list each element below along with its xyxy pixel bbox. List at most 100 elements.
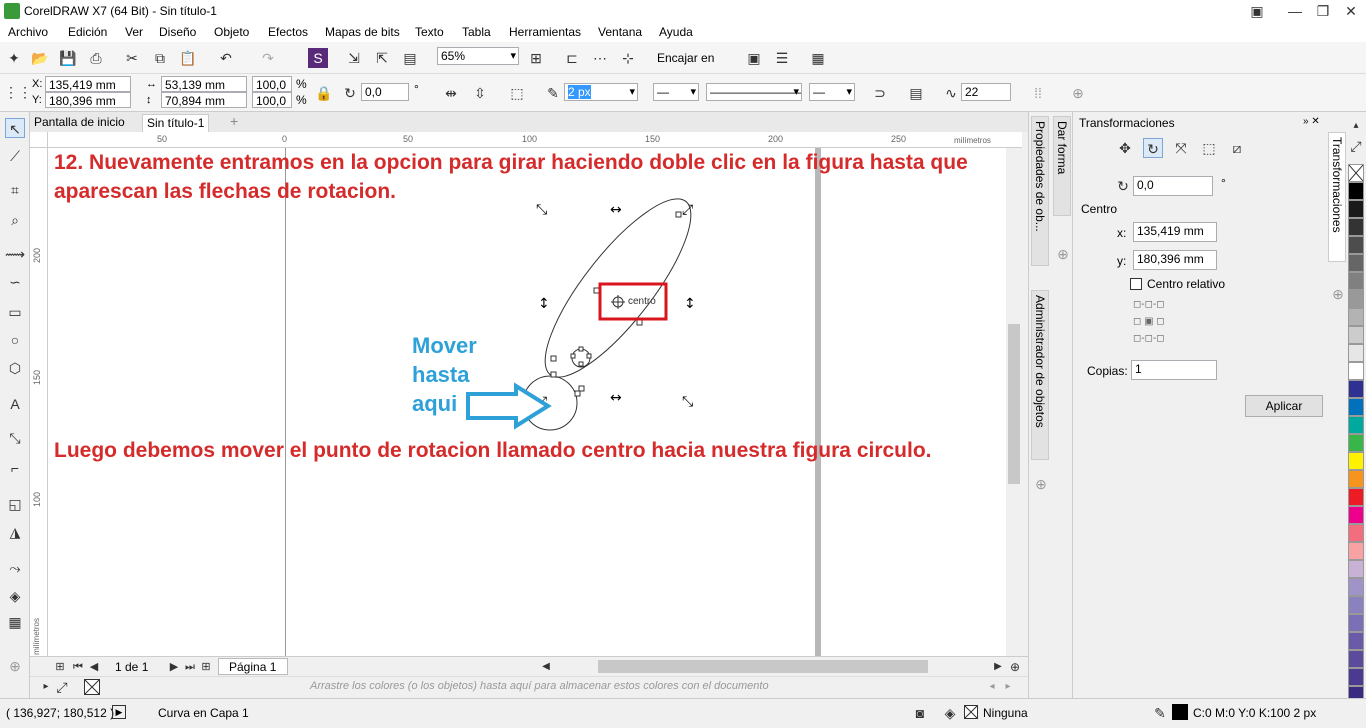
shape-tool-icon[interactable]: ⟋: [5, 146, 25, 166]
tab-home[interactable]: Pantalla de inicio: [30, 114, 129, 132]
scale-y-field[interactable]: 100,0: [252, 92, 292, 108]
relative-center-checkbox[interactable]: [1130, 278, 1142, 290]
palette-swatch[interactable]: [1348, 542, 1364, 560]
palette-swatch[interactable]: [1348, 470, 1364, 488]
export-icon[interactable]: ⇱: [372, 48, 392, 68]
close-button[interactable]: ✕: [1334, 0, 1366, 22]
palette-swatch[interactable]: [1348, 272, 1364, 290]
paste-icon[interactable]: 📋: [178, 48, 198, 68]
crop-tool-icon[interactable]: ⌗: [5, 180, 25, 200]
drawing-canvas[interactable]: ⤡↔⤢ ↕↕ ⤢↔⤡ centro 12. Nuevamente entramo…: [48, 148, 1006, 658]
fill-bucket-icon[interactable]: ◈: [940, 703, 960, 723]
redo-icon[interactable]: ↷: [258, 48, 278, 68]
add-icon[interactable]: ⊕: [1068, 83, 1088, 103]
eyedropper-icon[interactable]: ⤢: [52, 677, 72, 697]
import-icon[interactable]: ⇲: [344, 48, 364, 68]
zoom-tool-icon[interactable]: ⌕: [5, 210, 25, 230]
menu-ver[interactable]: Ver: [125, 25, 143, 39]
docker-collapse-icon[interactable]: » ✕: [1303, 116, 1320, 127]
palette-swatch[interactable]: [1348, 668, 1364, 686]
no-color-swatch[interactable]: [84, 679, 100, 695]
palette-swatch[interactable]: [1348, 182, 1364, 200]
scroll-left-icon[interactable]: ◀: [536, 657, 556, 677]
outline-pen-status-icon[interactable]: ✎: [1150, 703, 1170, 723]
new-icon[interactable]: ✦: [4, 48, 24, 68]
status-menu-icon[interactable]: ▶: [112, 705, 126, 719]
nodes-icon[interactable]: ⁞⁞: [1028, 83, 1048, 103]
user-icon[interactable]: ▣: [1240, 0, 1274, 22]
height-field[interactable]: 70,894 mm: [161, 92, 247, 108]
copies-field[interactable]: 1: [1131, 360, 1217, 380]
palette-swatch[interactable]: [1348, 236, 1364, 254]
grid-icon[interactable]: ⋯: [590, 48, 610, 68]
palette-swatch[interactable]: [1348, 290, 1364, 308]
smoothing-field[interactable]: 22: [961, 83, 1011, 101]
center-y-field[interactable]: 180,396 mm: [1133, 250, 1217, 270]
angle-field[interactable]: 0,0: [1133, 176, 1213, 196]
apply-button[interactable]: Aplicar: [1245, 395, 1323, 417]
convert-curves-icon[interactable]: ⬚: [507, 83, 527, 103]
cut-icon[interactable]: ✂: [122, 48, 142, 68]
add-docker-icon-3[interactable]: ⊕: [1328, 284, 1348, 304]
tab-object-properties[interactable]: Propiedades de ob...: [1031, 116, 1049, 266]
skew-mode-icon[interactable]: ⧄: [1227, 138, 1247, 158]
palette-swatch[interactable]: [1348, 488, 1364, 506]
options-icon[interactable]: ☰: [772, 48, 792, 68]
menu-objeto[interactable]: Objeto: [214, 25, 249, 39]
freehand-tool-icon[interactable]: ⟿: [5, 244, 25, 264]
outline-width-select[interactable]: 2 px: [564, 83, 638, 101]
palette-swatch[interactable]: [1348, 524, 1364, 542]
ruler-origin[interactable]: [30, 132, 48, 148]
palette-swatch[interactable]: [1348, 344, 1364, 362]
palette-swatch[interactable]: [1348, 308, 1364, 326]
eyedropper-tool-icon[interactable]: ⤳: [5, 558, 25, 578]
pick-tool-icon[interactable]: ↖: [5, 118, 25, 138]
text-tool-icon[interactable]: A: [5, 394, 25, 414]
selection-handles[interactable]: [550, 211, 682, 397]
add-docker-icon-2[interactable]: ⊕: [1031, 474, 1051, 494]
menu-edicion[interactable]: Edición: [68, 25, 107, 39]
center-x-field[interactable]: 135,419 mm: [1133, 222, 1217, 242]
rotate-mode-icon[interactable]: ↻: [1143, 138, 1163, 158]
palette-swatch[interactable]: [1348, 254, 1364, 272]
menu-ayuda[interactable]: Ayuda: [659, 25, 693, 39]
tab-shape[interactable]: Dar forma: [1053, 116, 1071, 216]
palette-swatch[interactable]: [1348, 632, 1364, 650]
mirror-v-icon[interactable]: ⇳: [470, 83, 490, 103]
open-icon[interactable]: 📂: [30, 48, 50, 68]
tab-object-manager[interactable]: Administrador de objetos: [1031, 290, 1049, 460]
pdf-icon[interactable]: ▤: [400, 48, 420, 68]
end-arrow-select[interactable]: —: [809, 83, 855, 101]
palette-swatch[interactable]: [1348, 416, 1364, 434]
tab-transformations[interactable]: Transformaciones: [1328, 132, 1346, 262]
palette-swatch[interactable]: [1348, 560, 1364, 578]
fill-none-swatch[interactable]: [964, 705, 978, 719]
menu-texto[interactable]: Texto: [415, 25, 444, 39]
palette-swatch[interactable]: [1348, 506, 1364, 524]
add-page-after-icon[interactable]: ⊞: [196, 657, 216, 677]
palette-swatch[interactable]: [1348, 596, 1364, 614]
palette-up-icon[interactable]: ▴: [1346, 116, 1366, 136]
zoom-nav-icon[interactable]: ⊕: [1005, 657, 1025, 677]
menu-mapas[interactable]: Mapas de bits: [325, 25, 400, 39]
menu-archivo[interactable]: Archivo: [8, 25, 48, 39]
page-tab[interactable]: Página 1: [218, 658, 288, 675]
undo-icon[interactable]: ↶: [216, 48, 236, 68]
menu-ventana[interactable]: Ventana: [598, 25, 642, 39]
fill-tool-icon[interactable]: ◈: [5, 586, 25, 606]
anchor-grid[interactable]: ◻-◻-◻ ◻ ▣ ◻ ◻-◻-◻: [1133, 296, 1165, 347]
tab-document[interactable]: Sin título-1: [142, 114, 210, 132]
welcome-icon[interactable]: ▣: [744, 48, 764, 68]
close-curve-icon[interactable]: ⊃: [870, 83, 890, 103]
copy-icon[interactable]: ⧉: [150, 48, 170, 68]
snap-to-label[interactable]: Encajar en: [657, 51, 714, 65]
smart-fill-icon[interactable]: ▦: [5, 612, 25, 632]
add-tool-icon[interactable]: ⊕: [5, 656, 25, 676]
start-arrow-select[interactable]: —: [653, 83, 699, 101]
size-mode-icon[interactable]: ⬚: [1199, 138, 1219, 158]
rectangle-tool-icon[interactable]: ▭: [5, 302, 25, 322]
palette-swatch[interactable]: [1348, 362, 1364, 380]
palette-swatch[interactable]: [1348, 650, 1364, 668]
menu-herramientas[interactable]: Herramientas: [509, 25, 581, 39]
wrap-text-icon[interactable]: ▤: [906, 83, 926, 103]
